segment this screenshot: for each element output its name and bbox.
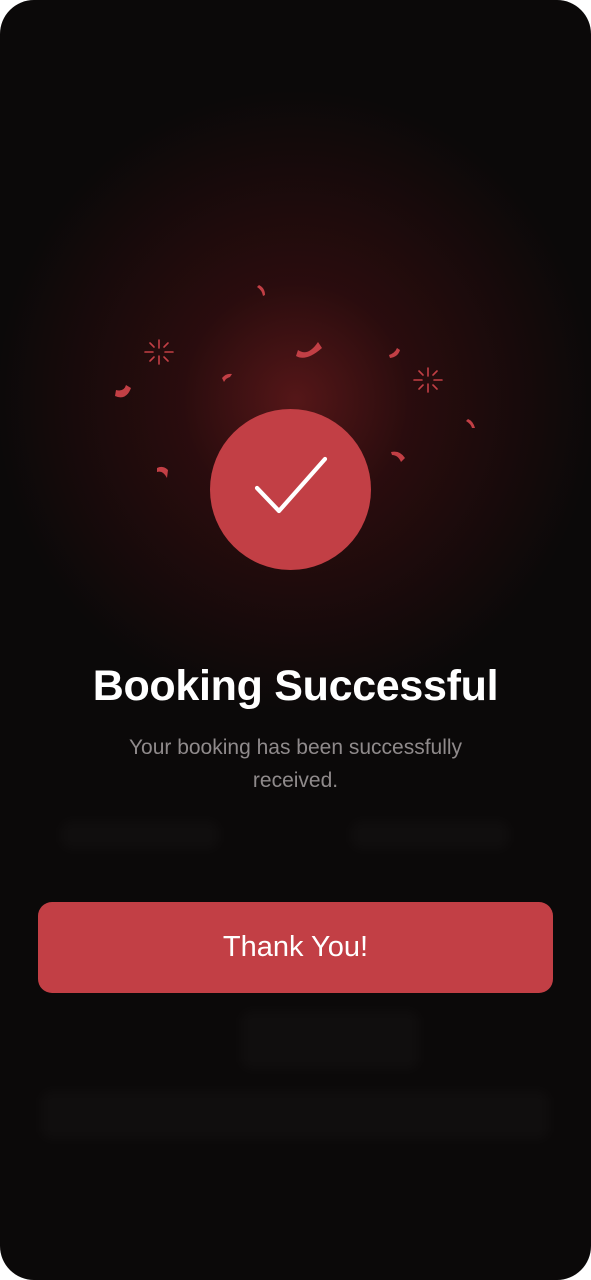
background-content [40, 1090, 550, 1140]
confetti-piece [296, 342, 322, 358]
background-content [240, 1010, 420, 1070]
checkmark-icon [254, 456, 327, 513]
confetti-piece [222, 373, 232, 382]
sparkle-icon [144, 339, 174, 365]
page-title: Booking Successful [92, 662, 499, 710]
thank-you-button[interactable]: Thank You! [38, 902, 553, 993]
confetti-piece [157, 466, 168, 478]
success-badge [210, 409, 371, 570]
confetti-piece [257, 285, 265, 296]
confetti-piece [389, 348, 400, 358]
confetti-piece [391, 451, 405, 462]
confetti-piece [466, 419, 475, 428]
success-screen: Booking Successful Your booking has been… [0, 0, 591, 1280]
confetti-piece [115, 385, 131, 398]
background-content [60, 820, 220, 850]
success-message: Your booking has been successfully recei… [128, 736, 463, 792]
sparkle-icon [413, 367, 443, 393]
background-content [350, 820, 510, 850]
